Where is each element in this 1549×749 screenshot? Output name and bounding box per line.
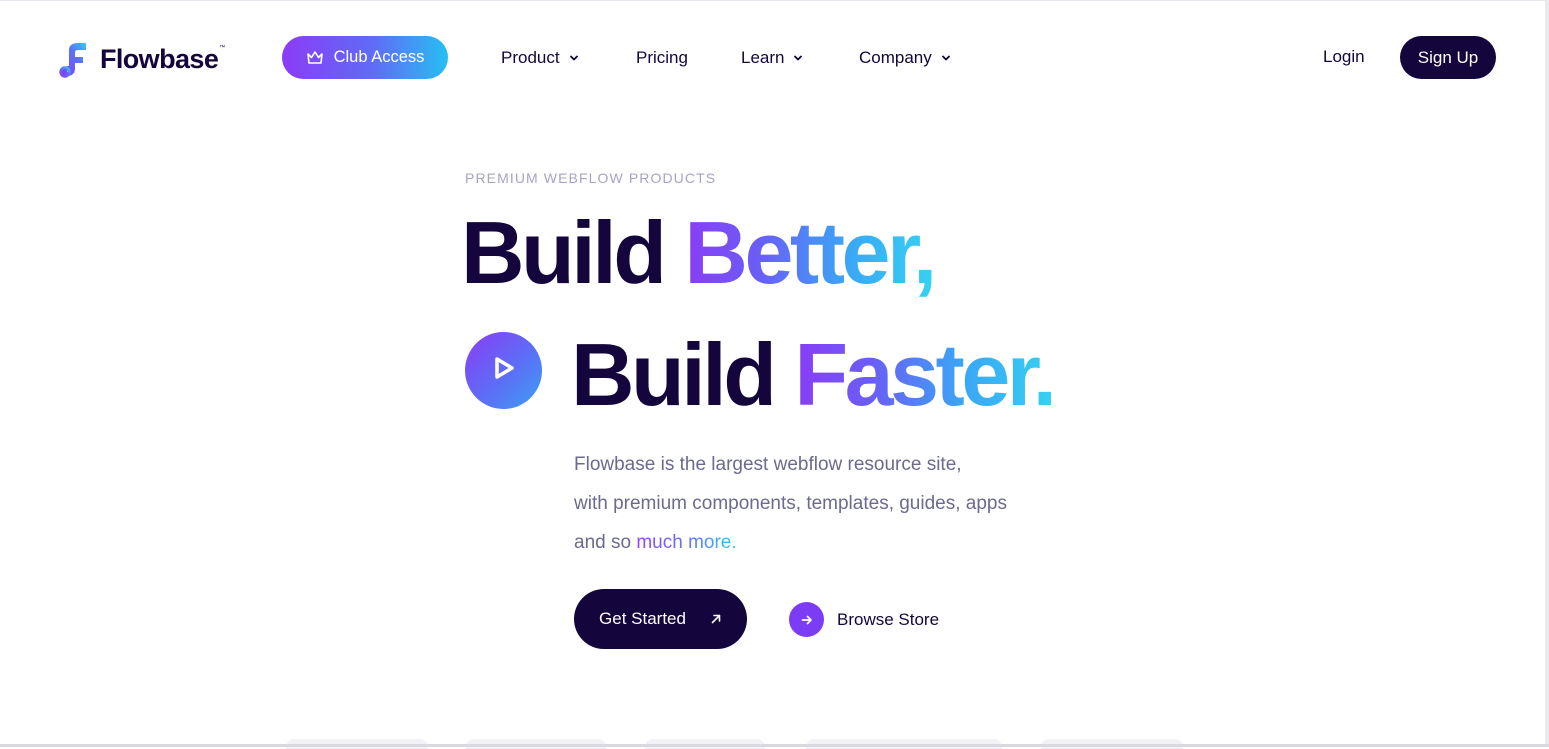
nav-company-label: Company [859, 48, 932, 67]
trademark-mark: ™ [219, 44, 226, 51]
sign-up-button[interactable]: Sign Up [1400, 36, 1496, 79]
description-highlight: much more. [636, 532, 737, 553]
headline-2-gradient-text: Faster. [794, 325, 1057, 424]
page: Flowbase ™ Club Access Product Pricing Le… [0, 0, 1549, 749]
headline-2-dark-text: Build [571, 325, 795, 424]
nav-company[interactable]: Company [859, 47, 951, 69]
description-line-3: and so much more. [574, 523, 1094, 562]
crown-icon [306, 50, 324, 66]
description-line-1: Flowbase is the largest webflow resource… [574, 454, 962, 475]
play-video-button[interactable] [465, 332, 542, 409]
nav-learn[interactable]: Learn [741, 47, 803, 69]
headline-1-dark-text: Build [461, 203, 685, 302]
logo[interactable]: Flowbase ™ [53, 39, 226, 79]
nav-product-label: Product [501, 48, 560, 67]
nav-pricing[interactable]: Pricing [636, 47, 688, 69]
arrow-up-right-icon [710, 613, 722, 625]
login-link[interactable]: Login [1323, 47, 1365, 67]
browse-store-label: Browse Store [837, 609, 940, 629]
logo-wordmark: Flowbase ™ [100, 43, 226, 74]
hero-headline-line-1: Build Better, [461, 209, 937, 297]
nav-learn-label: Learn [741, 48, 785, 67]
flowbase-logo-icon [53, 39, 91, 79]
nav-product[interactable]: Product [501, 47, 579, 69]
chevron-down-icon [941, 53, 951, 63]
play-icon [490, 353, 518, 388]
description-line-2: with premium components, templates, guid… [574, 493, 1007, 514]
description-line-3-plain: and so [574, 532, 637, 553]
arrow-right-icon [789, 602, 824, 637]
club-access-button[interactable]: Club Access [282, 36, 448, 79]
chevron-down-icon [569, 53, 579, 63]
hero-headline-line-2: Build Faster. [571, 331, 1057, 419]
hero-eyebrow: PREMIUM WEBFLOW PRODUCTS [465, 170, 717, 186]
headline-1-gradient-text: Better, [684, 203, 937, 302]
browse-store-link[interactable]: Browse Store [789, 602, 939, 637]
navbar: Flowbase ™ Club Access Product Pricing Le… [0, 1, 1549, 117]
chevron-down-icon [793, 53, 803, 63]
get-started-button[interactable]: Get Started [574, 589, 747, 649]
get-started-label: Get Started [599, 609, 686, 628]
nav-pricing-label: Pricing [636, 48, 688, 67]
club-access-label: Club Access [333, 48, 425, 66]
hero-description: Flowbase is the largest webflow resource… [574, 445, 1094, 562]
